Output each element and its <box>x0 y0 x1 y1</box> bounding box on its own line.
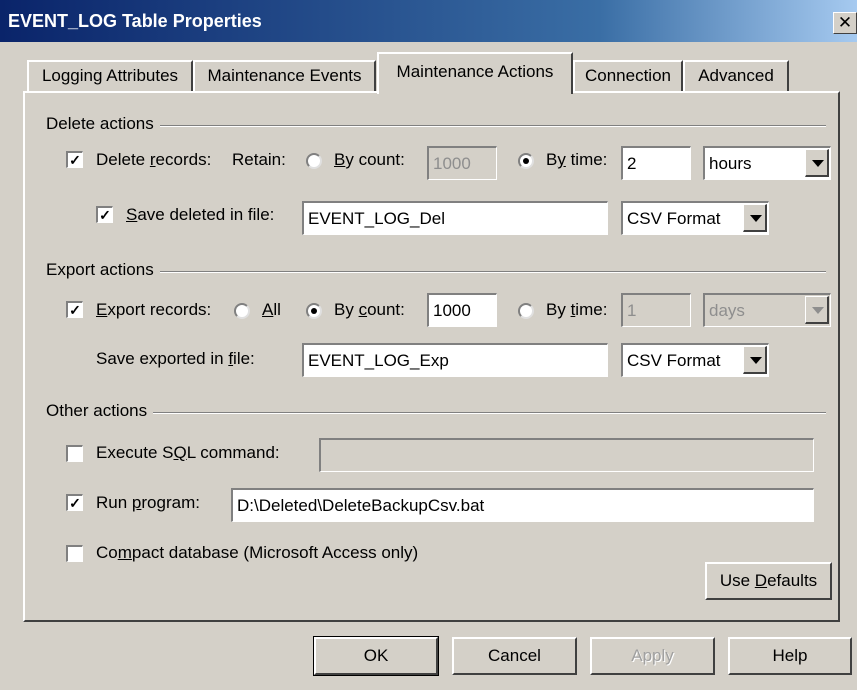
export-all-label: All <box>262 300 281 319</box>
delete-by-count-radio[interactable] <box>306 153 322 169</box>
export-records-label: Export records: <box>96 300 212 319</box>
checkmark-icon: ✓ <box>69 152 81 168</box>
delete-format-select[interactable]: CSV Format <box>621 201 769 235</box>
save-exported-file-field[interactable]: EVENT_LOG_Exp <box>302 343 608 377</box>
save-deleted-checkbox[interactable]: ✓ <box>96 206 113 223</box>
delete-count-field[interactable]: 1000 <box>427 146 497 180</box>
export-actions-group-label: Export actions <box>46 260 160 280</box>
execute-sql-label: Execute SQL command: <box>96 443 280 462</box>
export-by-time-radio[interactable] <box>518 303 534 319</box>
chevron-down-icon[interactable] <box>805 149 829 177</box>
delete-by-time-label: By time: <box>546 150 608 169</box>
save-exported-label: Save exported in file: <box>96 349 255 368</box>
export-time-unit-select[interactable]: days <box>703 293 831 327</box>
execute-sql-checkbox[interactable] <box>66 445 83 462</box>
export-count-field[interactable]: 1000 <box>427 293 497 327</box>
chevron-down-icon[interactable] <box>743 346 767 374</box>
export-all-radio[interactable] <box>234 303 250 319</box>
export-by-count-radio[interactable] <box>306 303 322 319</box>
ok-button[interactable]: OK <box>313 636 439 676</box>
delete-records-label: Delete records: <box>96 150 212 169</box>
run-program-field[interactable]: D:\Deleted\DeleteBackupCsv.bat <box>231 488 814 522</box>
tab-maintenance-events[interactable]: Maintenance Events <box>193 60 376 92</box>
group-divider <box>46 125 826 127</box>
export-time-unit-value: days <box>709 301 745 320</box>
export-by-time-label: By time: <box>546 300 608 319</box>
export-by-count-label: By count: <box>334 300 405 319</box>
group-divider <box>46 271 826 273</box>
window-title: EVENT_LOG Table Properties <box>8 11 262 31</box>
group-divider <box>46 412 826 414</box>
delete-time-field[interactable]: 2 <box>621 146 691 180</box>
close-icon[interactable]: ✕ <box>833 12 857 34</box>
execute-sql-field[interactable] <box>319 438 814 472</box>
delete-by-count-label: By count: <box>334 150 405 169</box>
run-program-checkbox[interactable]: ✓ <box>66 494 83 511</box>
help-button[interactable]: Help <box>728 637 852 675</box>
export-format-select[interactable]: CSV Format <box>621 343 769 377</box>
export-time-field[interactable]: 1 <box>621 293 691 327</box>
retain-label: Retain: <box>232 150 286 169</box>
tab-logging-attributes[interactable]: Logging Attributes <box>27 60 193 92</box>
save-deleted-file-field[interactable]: EVENT_LOG_Del <box>302 201 608 235</box>
chevron-down-icon[interactable] <box>805 296 829 324</box>
checkmark-icon: ✓ <box>69 495 81 511</box>
apply-button[interactable]: Apply <box>590 637 715 675</box>
compact-db-checkbox[interactable] <box>66 545 83 562</box>
use-defaults-button[interactable]: Use Defaults <box>705 562 832 600</box>
export-records-checkbox[interactable]: ✓ <box>66 301 83 318</box>
save-deleted-label: Save deleted in file: <box>126 205 275 224</box>
checkmark-icon: ✓ <box>99 207 111 223</box>
chevron-down-icon[interactable] <box>743 204 767 232</box>
export-format-value: CSV Format <box>627 351 721 370</box>
delete-records-checkbox[interactable]: ✓ <box>66 151 83 168</box>
delete-by-time-radio[interactable] <box>518 153 534 169</box>
delete-time-unit-value: hours <box>709 154 752 173</box>
tab-maintenance-actions[interactable]: Maintenance Actions <box>377 52 573 94</box>
cancel-button[interactable]: Cancel <box>452 637 577 675</box>
delete-actions-group-label: Delete actions <box>46 114 160 134</box>
apply-label: Apply <box>631 646 674 665</box>
other-actions-group-label: Other actions <box>46 401 154 421</box>
tab-connection[interactable]: Connection <box>573 60 683 92</box>
delete-time-unit-select[interactable]: hours <box>703 146 831 180</box>
tab-advanced[interactable]: Advanced <box>683 60 789 92</box>
delete-format-value: CSV Format <box>627 209 721 228</box>
checkmark-icon: ✓ <box>69 302 81 318</box>
compact-db-label: Compact database (Microsoft Access only) <box>96 543 419 562</box>
run-program-label: Run program: <box>96 493 200 512</box>
